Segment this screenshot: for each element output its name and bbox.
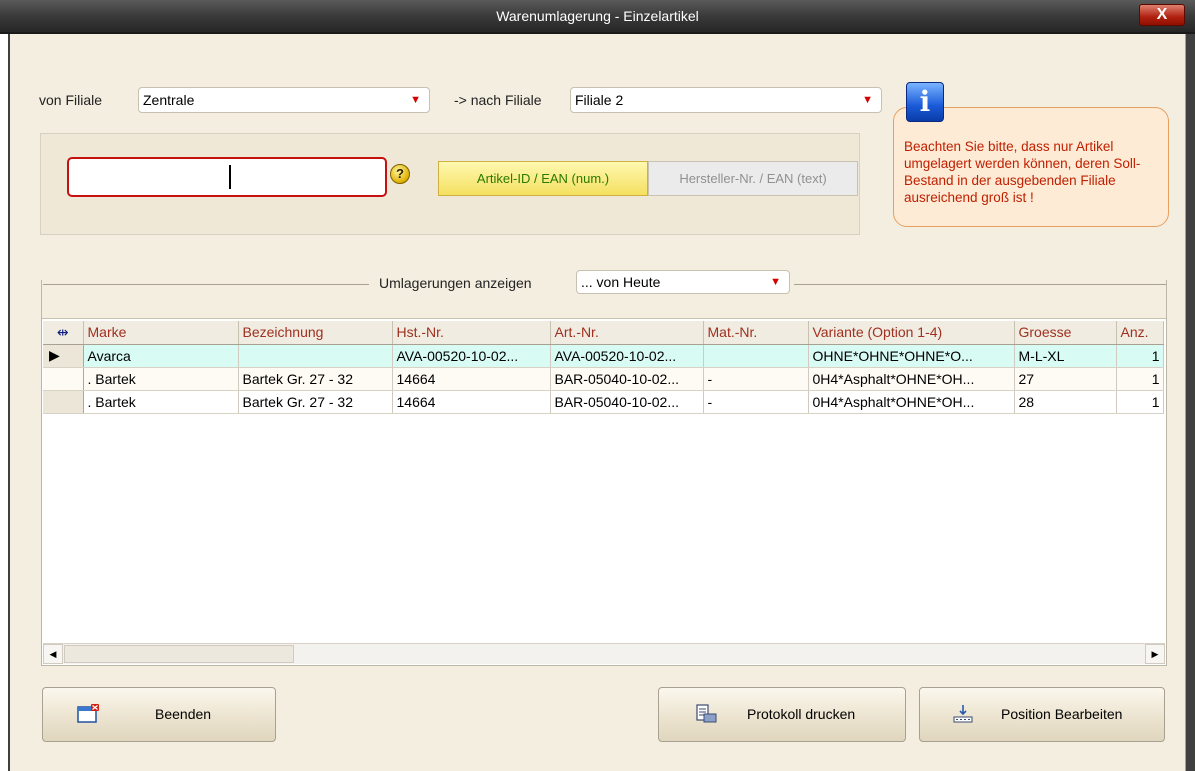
- print-protocol-label: Protokoll drucken: [747, 706, 856, 722]
- column-header-marke[interactable]: Marke: [83, 321, 239, 345]
- column-header-bezeichnung[interactable]: Bezeichnung: [238, 321, 393, 345]
- column-header-variante[interactable]: Variante (Option 1-4): [808, 321, 1015, 345]
- to-branch-select[interactable]: Filiale 2 ▼: [570, 87, 882, 113]
- filter-value: ... von Heute: [581, 274, 661, 290]
- from-branch-value: Zentrale: [143, 92, 195, 108]
- cell-marke[interactable]: . Bartek: [83, 367, 239, 391]
- cell-groesse[interactable]: 27: [1014, 367, 1117, 391]
- row-indicator[interactable]: [43, 367, 84, 391]
- cell-groesse[interactable]: M-L-XL: [1014, 344, 1117, 368]
- dropdown-arrow-icon: ▼: [862, 94, 873, 106]
- title-bar: Warenumlagerung - Einzelartikel X: [0, 0, 1195, 34]
- cell-anz[interactable]: 1: [1116, 367, 1164, 391]
- cell-marke[interactable]: Avarca: [83, 344, 239, 368]
- column-header-art-nr[interactable]: Art.-Nr.: [550, 321, 704, 345]
- cell-variante[interactable]: 0H4*Asphalt*OHNE*OH...: [808, 367, 1015, 391]
- window-frame-right: [1185, 34, 1195, 771]
- cell-art-nr[interactable]: AVA-00520-10-02...: [550, 344, 704, 368]
- edit-position-button[interactable]: Position Bearbeiten: [919, 687, 1165, 742]
- window-close-icon: [77, 704, 99, 723]
- info-message-box: Beachten Sie bitte, dass nur Artikel umg…: [893, 107, 1169, 227]
- horizontal-scrollbar[interactable]: ◀ ▶: [43, 643, 1165, 664]
- scroll-left-icon[interactable]: ◀: [43, 644, 63, 664]
- cell-mat-nr[interactable]: [703, 344, 809, 368]
- close-button-label: Beenden: [155, 706, 212, 722]
- table-header-row: ⇹ Marke Bezeichnung Hst.-Nr. Art.-Nr. Ma…: [43, 321, 1164, 345]
- cell-bezeichnung[interactable]: [238, 344, 393, 368]
- filter-label: Umlagerungen anzeigen: [379, 275, 532, 291]
- window-frame-left: [0, 34, 10, 771]
- column-resize-icon[interactable]: ⇹: [43, 321, 84, 345]
- mode-manufacturer-button[interactable]: Hersteller-Nr. / EAN (text): [648, 161, 858, 196]
- cell-art-nr[interactable]: BAR-05040-10-02...: [550, 367, 704, 391]
- to-branch-value: Filiale 2: [575, 92, 624, 108]
- table-row[interactable]: . Bartek Bartek Gr. 27 - 32 14664 BAR-05…: [43, 390, 1164, 414]
- cell-variante[interactable]: OHNE*OHNE*OHNE*O...: [808, 344, 1015, 368]
- edit-position-label: Position Bearbeiten: [1001, 706, 1123, 722]
- to-branch-label: -> nach Filiale: [454, 92, 542, 108]
- dropdown-arrow-icon: ▼: [410, 94, 421, 106]
- from-branch-label: von Filiale: [39, 92, 103, 108]
- window-title: Warenumlagerung - Einzelartikel: [496, 8, 699, 24]
- filter-select[interactable]: ... von Heute ▼: [576, 270, 790, 294]
- column-header-mat-nr[interactable]: Mat.-Nr.: [703, 321, 809, 345]
- cell-art-nr[interactable]: BAR-05040-10-02...: [550, 390, 704, 414]
- print-document-icon: [696, 704, 717, 723]
- row-indicator[interactable]: [43, 390, 84, 414]
- cell-groesse[interactable]: 28: [1014, 390, 1117, 414]
- help-icon[interactable]: ?: [390, 164, 410, 184]
- cell-variante[interactable]: 0H4*Asphalt*OHNE*OH...: [808, 390, 1015, 414]
- info-message: Beachten Sie bitte, dass nur Artikel umg…: [904, 139, 1141, 205]
- mode-article-id-button[interactable]: Artikel-ID / EAN (num.): [438, 161, 648, 196]
- from-branch-select[interactable]: Zentrale ▼: [138, 87, 430, 113]
- table-row[interactable]: . Bartek Bartek Gr. 27 - 32 14664 BAR-05…: [43, 367, 1164, 391]
- cell-mat-nr[interactable]: -: [703, 367, 809, 391]
- row-indicator-icon[interactable]: ▶: [43, 344, 84, 368]
- column-header-groesse[interactable]: Groesse: [1014, 321, 1117, 345]
- article-search-input[interactable]: [67, 157, 387, 197]
- info-icon: i: [906, 82, 944, 122]
- cell-mat-nr[interactable]: -: [703, 390, 809, 414]
- close-window-button[interactable]: X: [1139, 4, 1185, 26]
- text-caret: [229, 165, 231, 189]
- cell-marke[interactable]: . Bartek: [83, 390, 239, 414]
- cell-hst-nr[interactable]: AVA-00520-10-02...: [392, 344, 551, 368]
- transfer-table: ⇹ Marke Bezeichnung Hst.-Nr. Art.-Nr. Ma…: [43, 321, 1164, 414]
- cell-hst-nr[interactable]: 14664: [392, 390, 551, 414]
- cell-hst-nr[interactable]: 14664: [392, 367, 551, 391]
- dropdown-arrow-icon: ▼: [770, 276, 781, 288]
- print-protocol-button[interactable]: Protokoll drucken: [658, 687, 906, 742]
- edit-position-icon: [953, 705, 973, 723]
- caption-divider-right: [794, 284, 1166, 285]
- cell-bezeichnung[interactable]: Bartek Gr. 27 - 32: [238, 367, 393, 391]
- cell-bezeichnung[interactable]: Bartek Gr. 27 - 32: [238, 390, 393, 414]
- column-header-anz[interactable]: Anz.: [1116, 321, 1164, 345]
- table-row[interactable]: ▶ Avarca AVA-00520-10-02... AVA-00520-10…: [43, 344, 1164, 368]
- close-button[interactable]: Beenden: [42, 687, 276, 742]
- cell-anz[interactable]: 1: [1116, 390, 1164, 414]
- column-header-hst-nr[interactable]: Hst.-Nr.: [392, 321, 551, 345]
- caption-divider-left: [43, 284, 369, 285]
- scroll-thumb[interactable]: [64, 645, 294, 663]
- scroll-right-icon[interactable]: ▶: [1145, 644, 1165, 664]
- dialog-body: von Filiale Zentrale ▼ -> nach Filiale F…: [10, 34, 1185, 771]
- cell-anz[interactable]: 1: [1116, 344, 1164, 368]
